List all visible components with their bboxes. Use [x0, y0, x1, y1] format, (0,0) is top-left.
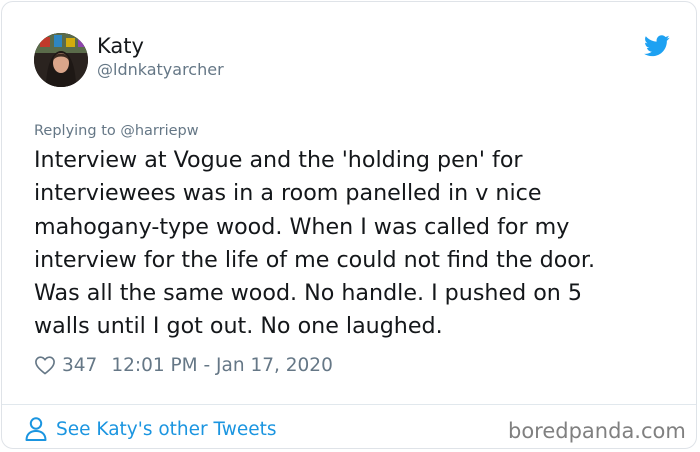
- tweet-text-line: Was all the same wood. No handle. I push…: [34, 280, 583, 307]
- timestamp[interactable]: 12:01 PM - Jan 17, 2020: [111, 355, 333, 376]
- twitter-bird-icon[interactable]: [644, 35, 670, 57]
- avatar[interactable]: [34, 33, 88, 87]
- person-icon: [25, 417, 47, 441]
- user-handle[interactable]: @ldnkatyarcher: [97, 60, 224, 80]
- see-more-label[interactable]: See Katy's other Tweets: [56, 419, 277, 440]
- heart-icon[interactable]: [34, 355, 56, 375]
- divider: [2, 404, 696, 405]
- watermark: boredpanda.com: [508, 419, 686, 443]
- tweet-text-line: mahogany-type wood. When I was called fo…: [34, 213, 570, 240]
- tweet-text-line: interviewees was in a room panelled in v…: [34, 180, 542, 207]
- tweet-text-line: interview for the life of me could not f…: [34, 246, 596, 273]
- tweet-meta: 347 12:01 PM - Jan 17, 2020: [34, 352, 333, 378]
- tweet-text-line: Interview at Vogue and the 'holding pen'…: [34, 147, 523, 173]
- see-more-tweets-link[interactable]: See Katy's other Tweets: [24, 416, 277, 442]
- replying-to[interactable]: Replying to @harriepw: [34, 122, 199, 140]
- tweet-text-line: walls until I got out. No one laughed.: [34, 313, 443, 340]
- like-count[interactable]: 347: [62, 355, 97, 376]
- display-name[interactable]: Katy: [97, 32, 144, 60]
- tweet-card: Katy @ldnkatyarcher Replying to @harriep…: [1, 1, 697, 449]
- tweet-text: Interview at Vogue and the 'holding pen'…: [34, 144, 674, 344]
